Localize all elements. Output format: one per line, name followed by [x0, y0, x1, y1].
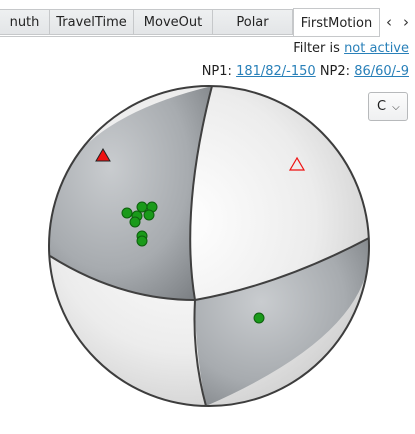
polarity-up-marker[interactable]	[121, 207, 133, 219]
polarity-up-marker[interactable]	[129, 216, 141, 228]
polarity-up-marker[interactable]	[136, 201, 148, 213]
polarity-up-marker[interactable]	[253, 312, 265, 324]
beachball-quadrants	[49, 86, 369, 406]
polarity-up-marker[interactable]	[136, 235, 148, 247]
beachball-plot[interactable]	[0, 0, 415, 434]
polarity-up-marker[interactable]	[143, 209, 155, 221]
